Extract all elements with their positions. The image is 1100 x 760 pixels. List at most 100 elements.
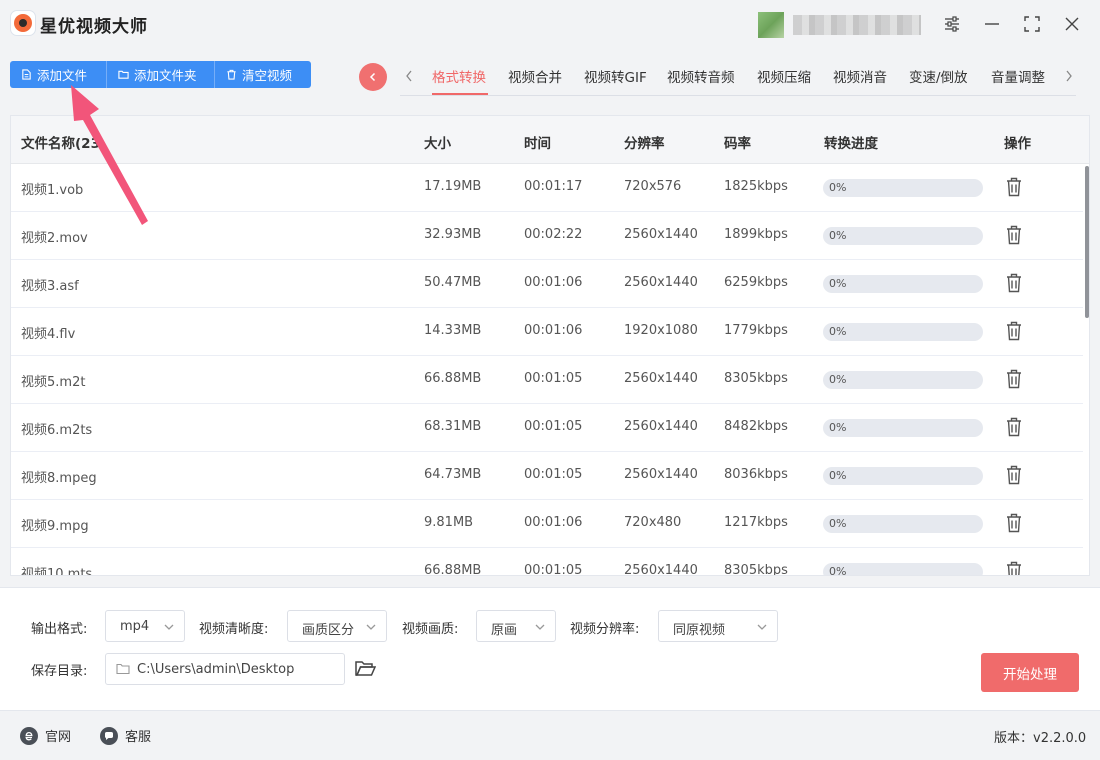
tab-volume-adjust[interactable]: 音量调整 [991,66,1045,86]
header-size: 大小 [424,136,451,152]
output-settings-panel: 输出格式: mp4 视频清晰度: 画质区分 视频画质: 原画 视频分辨率: 同原… [0,587,1100,711]
progress-bar: 0% [823,323,983,341]
save-dir-label: 保存目录: [31,664,88,679]
cell-name: 视频9.mpg [21,519,89,534]
table-scrollbar-thumb[interactable] [1085,166,1089,318]
settings-icon[interactable] [940,12,964,36]
header-bitrate: 码率 [724,136,751,152]
cell-resolution: 2560x1440 [624,563,698,576]
cell-resolution: 720x576 [624,179,682,194]
table-row[interactable]: 视频4.flv 14.33MB 00:01:06 1920x1080 1779kbps 0… [11,308,1083,356]
cell-bitrate: 1899kbps [724,227,788,242]
tab-video-to-gif[interactable]: 视频转GIF [584,66,647,86]
cell-name: 视频10.mts [21,567,93,576]
clear-videos-label: 清空视频 [242,68,293,83]
cell-bitrate: 8036kbps [724,467,788,482]
clear-videos-button[interactable]: 清空视频 [215,61,311,88]
trash-icon [227,69,236,80]
output-format-select[interactable]: mp4 [105,610,185,642]
header-time: 时间 [524,136,551,152]
footer: 官网 客服 版本：v2.2.0.0 [0,711,1100,760]
progress-text: 0% [829,421,847,434]
header-progress: 转换进度 [824,136,878,152]
delete-row-icon[interactable] [1004,416,1024,438]
cell-time: 00:01:06 [524,515,583,530]
save-dir-input[interactable]: C:\Users\admin\Desktop [105,653,345,685]
cell-time: 00:01:05 [524,419,583,434]
progress-bar: 0% [823,179,983,197]
tab-next-icon[interactable] [1062,68,1076,84]
title-bar: 星优视频大师 [0,0,1100,50]
clarity-select[interactable]: 画质区分 [287,610,387,642]
close-icon[interactable] [1060,12,1084,36]
table-row[interactable]: 视频2.mov 32.93MB 00:02:22 2560x1440 1899kbps 0… [11,212,1083,260]
cell-size: 66.88MB [424,371,482,386]
cell-resolution: 2560x1440 [624,419,698,434]
minimize-icon[interactable] [980,12,1004,36]
cell-time: 00:01:05 [524,467,583,482]
cell-time: 00:01:17 [524,179,583,194]
progress-text: 0% [829,373,847,386]
tab-format-convert[interactable]: 格式转换 [432,66,486,86]
tab-video-merge[interactable]: 视频合并 [508,66,562,86]
start-processing-button[interactable]: 开始处理 [981,653,1079,692]
output-format-label: 输出格式: [31,622,88,637]
progress-text: 0% [829,469,847,482]
table-row[interactable]: 视频9.mpg 9.81MB 00:01:06 720x480 1217kbps 0% [11,500,1083,548]
table-row[interactable]: 视频8.mpeg 64.73MB 00:01:05 2560x1440 8036kbps… [11,452,1083,500]
website-link[interactable]: 官网 [20,726,71,745]
header-resolution: 分辨率 [624,136,665,152]
chevron-left-icon [369,72,376,82]
delete-row-icon[interactable] [1004,320,1024,342]
cell-time: 00:01:05 [524,563,583,576]
table-body: 视频1.vob 17.19MB 00:01:17 720x576 1825kbps 0% 视… [11,164,1083,576]
resolution-select[interactable]: 同原视频 [658,610,778,642]
delete-row-icon[interactable] [1004,464,1024,486]
cell-name: 视频6.m2ts [21,423,93,438]
cell-name: 视频4.flv [21,327,76,342]
open-folder-icon[interactable] [354,658,377,678]
table-row[interactable]: 视频6.m2ts 68.31MB 00:01:05 2560x1440 8482kbps… [11,404,1083,452]
delete-row-icon[interactable] [1004,176,1024,198]
cell-size: 50.47MB [424,275,482,290]
cell-size: 9.81MB [424,515,474,530]
quality-select[interactable]: 原画 [476,610,556,642]
tab-video-mute[interactable]: 视频消音 [833,66,887,86]
tab-video-to-audio[interactable]: 视频转音频 [667,66,735,86]
user-avatar[interactable] [758,12,784,38]
table-row[interactable]: 视频5.m2t 66.88MB 00:01:05 2560x1440 8305kbps 0… [11,356,1083,404]
tab-video-compress[interactable]: 视频压缩 [757,66,811,86]
app-logo-icon [10,10,36,36]
delete-row-icon[interactable] [1004,560,1024,575]
support-link[interactable]: 客服 [100,726,151,745]
add-folder-button[interactable]: 添加文件夹 [107,61,215,88]
chevron-down-icon [164,624,174,630]
cell-resolution: 2560x1440 [624,227,698,242]
delete-row-icon[interactable] [1004,272,1024,294]
support-label: 客服 [125,730,152,745]
table-row[interactable]: 视频10.mts 66.88MB 00:01:05 2560x1440 8305kbps… [11,548,1083,576]
delete-row-icon[interactable] [1004,224,1024,246]
cell-size: 64.73MB [424,467,482,482]
collapse-button[interactable] [359,63,387,91]
cell-name: 视频5.m2t [21,375,86,390]
tab-speed-reverse[interactable]: 变速/倒放 [909,66,968,86]
cell-resolution: 2560x1440 [624,371,698,386]
cell-resolution: 2560x1440 [624,275,698,290]
cell-size: 32.93MB [424,227,482,242]
table-row[interactable]: 视频3.asf 50.47MB 00:01:06 2560x1440 6259kbps 0… [11,260,1083,308]
add-file-button[interactable]: 添加文件 [10,61,107,88]
user-name-blurred [793,15,921,35]
tab-prev-icon[interactable] [402,68,416,84]
header-action: 操作 [1004,136,1031,152]
delete-row-icon[interactable] [1004,512,1024,534]
cell-time: 00:01:05 [524,371,583,386]
cell-bitrate: 6259kbps [724,275,788,290]
maximize-icon[interactable] [1020,12,1044,36]
cell-bitrate: 8305kbps [724,371,788,386]
table-row[interactable]: 视频1.vob 17.19MB 00:01:17 720x576 1825kbps 0% [11,164,1083,212]
delete-row-icon[interactable] [1004,368,1024,390]
cell-name: 视频2.mov [21,231,88,246]
resolution-value: 同原视频 [673,623,726,638]
cell-name: 视频3.asf [21,279,79,294]
